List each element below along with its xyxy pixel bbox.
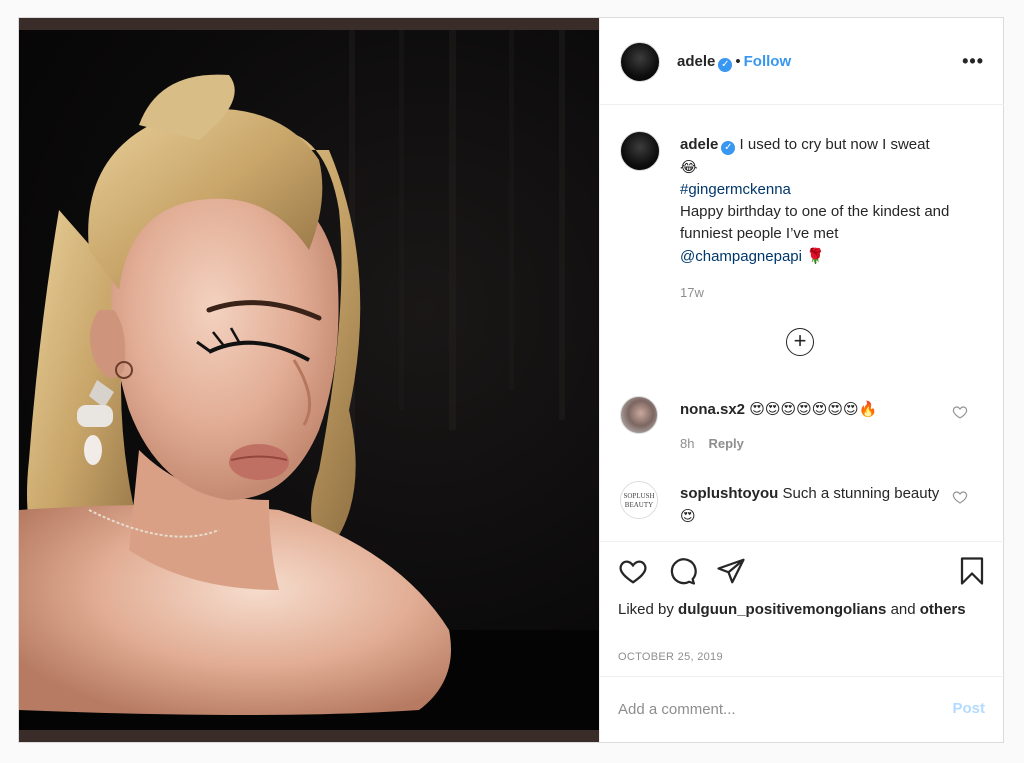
comment-body: Such a stunning beauty <box>782 485 940 502</box>
post-side-panel: adele ✓ • Follow ••• adele ✓ I used to cry b… <box>599 18 1005 742</box>
caption-mention[interactable]: @champagnepapi <box>680 248 802 265</box>
verified-icon: ✓ <box>718 58 733 72</box>
header-line: adele ✓ • Follow <box>677 53 791 72</box>
comment-body: 😍😍😍😍😍😍😍🔥 <box>749 400 878 418</box>
post-photo[interactable] <box>19 18 599 742</box>
joy-emoji: 😂 <box>680 158 698 176</box>
post-date[interactable]: OCTOBER 25, 2019 <box>618 651 723 663</box>
author-username[interactable]: adele <box>677 53 715 70</box>
comment-time[interactable]: 8h <box>680 436 694 451</box>
liked-by-prefix: Liked by <box>618 601 674 618</box>
liked-by-and: and <box>890 601 916 618</box>
caption-text: adele ✓ I used to cry but now I sweat 😂 #… <box>680 134 990 268</box>
comment-meta: 8h Reply <box>680 436 744 451</box>
liked-by: Liked by dulguun_positivemongolians and … <box>618 599 988 621</box>
comment-text: nona.sx2 😍😍😍😍😍😍😍🔥 <box>680 398 955 421</box>
post-comment-button[interactable]: Post <box>952 700 985 717</box>
caption-username[interactable]: adele <box>680 136 718 153</box>
bookmark-icon[interactable] <box>957 556 987 586</box>
heart-icon[interactable] <box>952 489 968 505</box>
comment-text: soplushtoyou Such a stunning beauty 😍 <box>680 483 955 528</box>
heart-icon[interactable] <box>618 556 648 586</box>
caption-body: Happy birthday to one of the kindest and… <box>680 203 950 242</box>
heart-icon[interactable] <box>952 404 968 420</box>
post-header: adele ✓ • Follow ••• <box>600 18 1004 105</box>
comment-icon[interactable] <box>667 556 697 586</box>
post-photo-image <box>19 30 599 730</box>
comment-avatar[interactable]: SOPLUSH BEAUTY <box>620 481 658 519</box>
plus-circle-icon[interactable]: + <box>786 328 814 356</box>
caption-time[interactable]: 17w <box>680 285 704 300</box>
comment-username[interactable]: soplushtoyou <box>680 485 778 502</box>
follow-button[interactable]: Follow <box>744 53 792 70</box>
add-comment-bar: Post <box>600 676 1005 742</box>
separator-dot: • <box>735 53 741 70</box>
share-icon[interactable] <box>716 556 746 586</box>
portrait-illustration <box>19 30 599 730</box>
comments-section: adele ✓ I used to cry but now I sweat 😂 #… <box>600 106 1005 541</box>
post-card: adele ✓ • Follow ••• adele ✓ I used to cry b… <box>18 17 1005 743</box>
comment-username[interactable]: nona.sx2 <box>680 401 745 418</box>
comment-avatar[interactable] <box>620 396 658 434</box>
more-icon[interactable]: ••• <box>962 51 984 72</box>
heart-eyes-emoji: 😍 <box>680 507 696 525</box>
rose-emoji: 🌹 <box>806 247 825 265</box>
liked-by-user[interactable]: dulguun_positivemongolians <box>678 601 886 618</box>
verified-icon: ✓ <box>721 141 736 155</box>
author-avatar[interactable] <box>620 42 660 82</box>
post-actions: Liked by dulguun_positivemongolians and … <box>600 541 1005 676</box>
reply-button[interactable]: Reply <box>708 436 743 451</box>
caption-avatar[interactable] <box>620 131 660 171</box>
comment-input[interactable] <box>618 697 918 721</box>
avatar-text: SOPLUSH BEAUTY <box>623 492 655 509</box>
liked-by-others[interactable]: others <box>920 601 966 618</box>
caption-hashtag[interactable]: #gingermckenna <box>680 181 791 198</box>
caption-line1: I used to cry but now I sweat <box>739 136 930 153</box>
